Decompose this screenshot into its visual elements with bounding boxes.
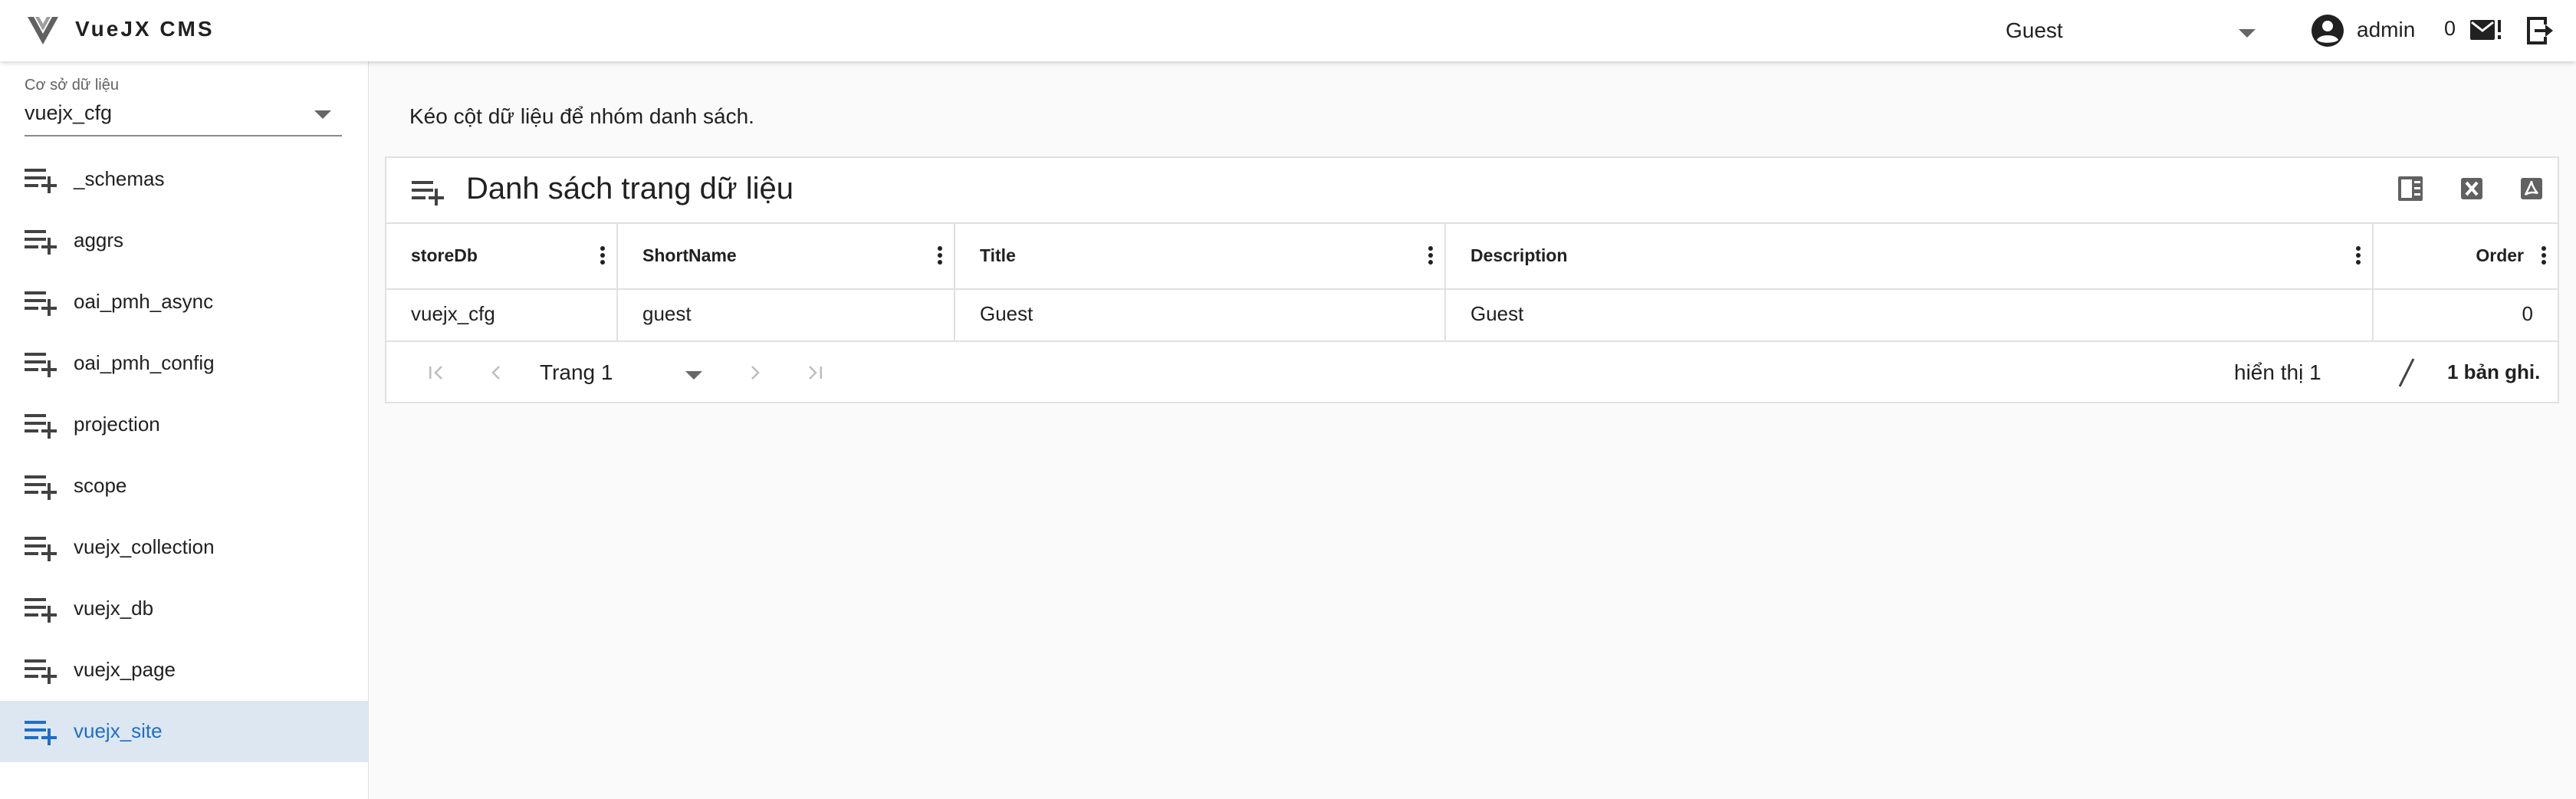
table-cell: Guest [1446, 288, 2374, 340]
sidebar-item-oai-pmh-config[interactable]: oai_pmh_config [0, 333, 368, 394]
sidebar-item-scope[interactable]: scope [0, 455, 368, 517]
first-page-icon[interactable] [423, 359, 451, 386]
sidebar-item-label: aggrs [74, 229, 124, 252]
chevron-down-icon [314, 110, 331, 119]
sidebar-item-label: oai_pmh_config [74, 351, 215, 374]
more-vert-icon[interactable] [937, 245, 943, 265]
excel-export-icon[interactable] [2456, 173, 2487, 204]
more-vert-icon[interactable] [600, 245, 606, 265]
sidebar-item-label: vuejx_site [74, 719, 163, 742]
previous-page-icon[interactable] [483, 359, 511, 386]
role-select[interactable]: Guest [2006, 12, 2266, 49]
data-list-panel: Danh sách trang dữ liệu storeDb ShortNam… [385, 156, 2559, 403]
role-select-value: Guest [2006, 18, 2063, 42]
vuejx-logo-icon[interactable] [26, 15, 60, 46]
sidebar-item-label: projection [74, 413, 160, 436]
more-vert-icon[interactable] [2355, 245, 2361, 265]
column-label: Order [2476, 245, 2524, 265]
database-select[interactable]: Cơ sở dữ liệu vuejx_cfg [25, 71, 342, 136]
database-select-value: vuejx_cfg [25, 101, 113, 124]
cell-text: guest [642, 302, 692, 325]
sidebar-item-label: scope [74, 474, 127, 497]
cell-text: Guest [980, 302, 1033, 325]
chevron-down-icon [685, 371, 702, 380]
column-header-description[interactable]: Description [1446, 224, 2374, 288]
table-cell: 0 [2374, 288, 2558, 340]
username[interactable]: admin [2357, 18, 2415, 42]
playlist-add-icon [25, 475, 57, 500]
sidebar-item-label: oai_pmh_async [74, 290, 214, 313]
database-select-label: Cơ sở dữ liệu [25, 77, 119, 94]
playlist-add-icon [25, 659, 57, 684]
more-vert-icon[interactable] [2541, 245, 2547, 265]
sidebar-item-label: vuejx_page [74, 658, 176, 681]
mail-alert-icon[interactable] [2469, 17, 2502, 44]
sidebar: Cơ sở dữ liệu vuejx_cfg _schemas aggrs o… [0, 61, 369, 799]
sidebar-item-vuejx-page[interactable]: vuejx_page [0, 640, 368, 701]
sidebar-item-vuejx-db[interactable]: vuejx_db [0, 578, 368, 640]
playlist-add-icon [25, 169, 57, 193]
playlist-add-icon [25, 230, 57, 255]
playlist-add-icon [25, 598, 57, 623]
playlist-add-icon [25, 353, 57, 377]
sidebar-item-label: vuejx_db [74, 597, 154, 620]
cell-text: vuejx_cfg [411, 302, 495, 325]
column-label: ShortName [642, 245, 737, 265]
sidebar-item-vuejx-site[interactable]: vuejx_site [0, 701, 368, 762]
column-header-storedb[interactable]: storeDb [386, 224, 618, 288]
sidebar-item-vuejx-collection[interactable]: vuejx_collection [0, 517, 368, 578]
column-header-shortname[interactable]: ShortName [618, 224, 955, 288]
sidebar-item-aggrs[interactable]: aggrs [0, 210, 368, 271]
cell-text: 0 [2522, 302, 2533, 325]
cell-text: Guest [1470, 302, 1524, 325]
logout-icon[interactable] [2522, 14, 2556, 48]
table-row[interactable]: vuejx_cfg guest Guest Guest 0 [386, 288, 2558, 342]
showing-count: hiển thị 1 [2234, 360, 2321, 384]
playlist-add-icon [25, 721, 57, 745]
slash-divider-icon [2398, 358, 2415, 387]
column-settings-icon[interactable] [2395, 173, 2426, 204]
pagination-bar: Trang 1 hiển thị 1 1 bản ghi. [386, 342, 2558, 402]
column-label: Description [1470, 245, 1568, 265]
playlist-add-icon[interactable] [411, 176, 446, 207]
table-cell: Guest [955, 288, 1446, 340]
app-title[interactable]: VueJX CMS [75, 17, 215, 41]
sidebar-item-label: _schemas [74, 167, 165, 190]
column-label: Title [980, 245, 1016, 265]
more-vert-icon[interactable] [1428, 245, 1434, 265]
top-app-bar: VueJX CMS Guest admin 0 [0, 0, 2576, 61]
account-circle-icon[interactable] [2311, 14, 2344, 48]
page-select-value: Trang 1 [540, 360, 613, 384]
sidebar-item-projection[interactable]: projection [0, 394, 368, 455]
page-select[interactable]: Trang 1 [540, 353, 708, 390]
column-header-title[interactable]: Title [955, 224, 1446, 288]
table-cell: vuejx_cfg [386, 288, 618, 340]
column-header-order[interactable]: Order [2374, 224, 2558, 288]
playlist-add-icon [25, 291, 57, 316]
last-page-icon[interactable] [800, 359, 828, 386]
column-label: storeDb [411, 245, 478, 265]
sidebar-item-oai-pmh-async[interactable]: oai_pmh_async [0, 271, 368, 333]
total-records: 1 bản ghi. [2447, 360, 2541, 383]
message-count: 0 [2444, 17, 2456, 40]
chevron-down-icon [2239, 29, 2256, 38]
table-cell: guest [618, 288, 955, 340]
pdf-export-icon[interactable] [2516, 173, 2547, 204]
panel-title: Danh sách trang dữ liệu [466, 172, 794, 206]
next-page-icon[interactable] [741, 359, 768, 386]
table-header: storeDb ShortName Title Description Orde… [386, 222, 2558, 290]
playlist-add-icon [25, 537, 57, 561]
playlist-add-icon [25, 414, 57, 439]
sidebar-item-schemas[interactable]: _schemas [0, 149, 368, 210]
group-by-hint[interactable]: Kéo cột dữ liệu để nhóm danh sách. [409, 104, 754, 129]
sidebar-item-label: vuejx_collection [74, 535, 215, 558]
